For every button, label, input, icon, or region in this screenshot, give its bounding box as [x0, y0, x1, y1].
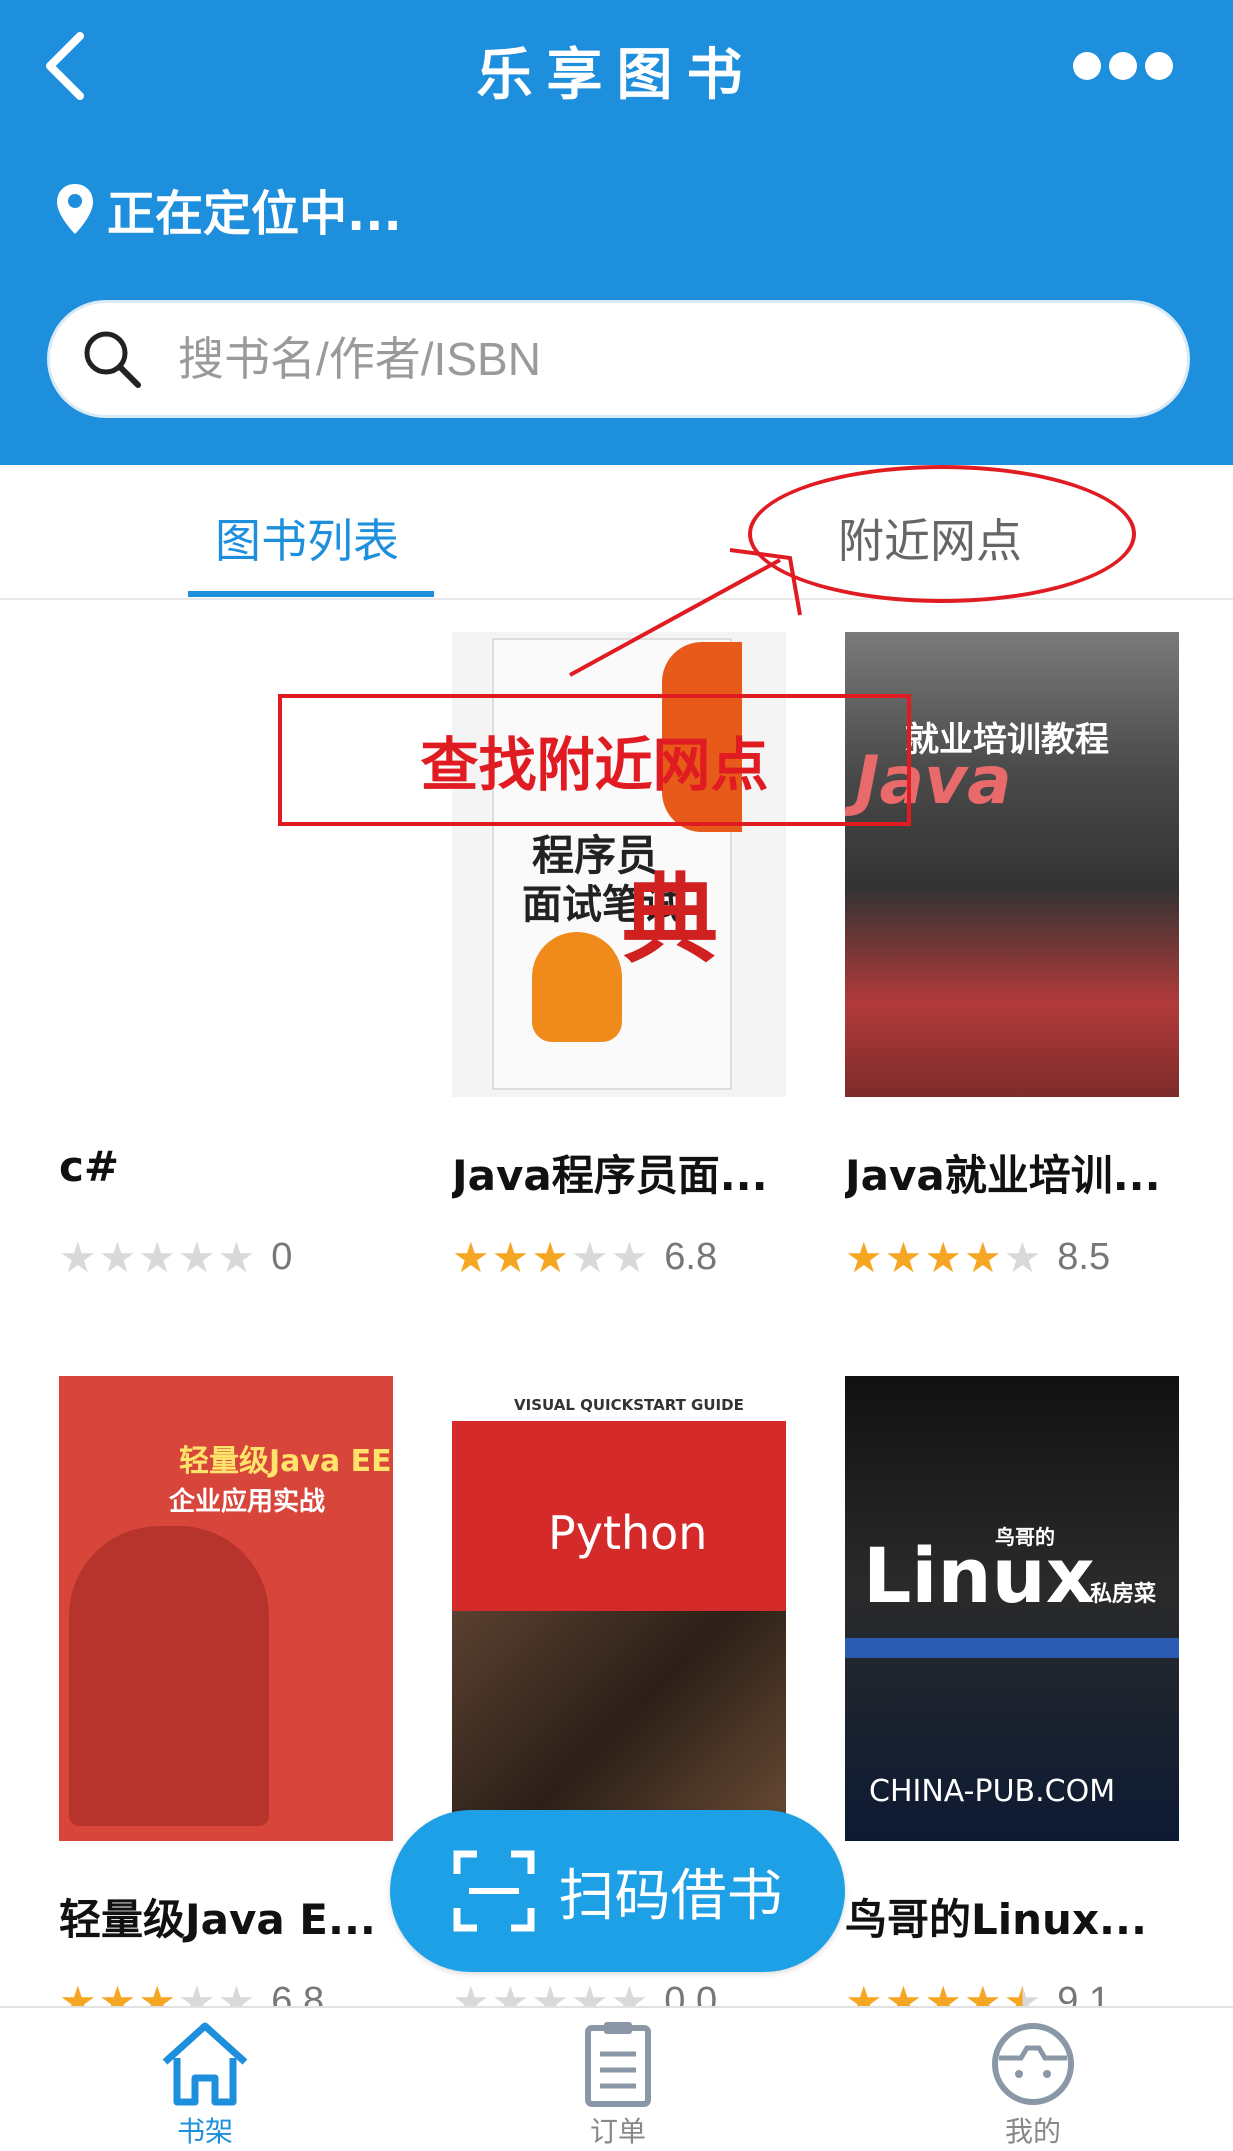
book-cover[interactable]: VISUAL QUICKSTART GUIDE Python	[452, 1376, 786, 1841]
clipboard-icon	[585, 2022, 651, 2107]
face-icon	[992, 2023, 1074, 2105]
location-text: 正在定位中...	[107, 186, 402, 242]
cover-text: VISUAL QUICKSTART GUIDE	[514, 1396, 744, 1414]
star-icon: ★	[845, 1232, 883, 1282]
book-score: 8.5	[1057, 1236, 1111, 1278]
cover-text: Linux	[863, 1531, 1095, 1620]
location-pin-icon	[57, 184, 93, 234]
nav-bookshelf[interactable]: 书架	[105, 2018, 305, 2150]
star-icon: ★	[884, 1232, 923, 1282]
star-icon: ★	[610, 1232, 649, 1282]
nav-orders[interactable]: 订单	[518, 2018, 718, 2150]
star-icon: ★	[452, 1232, 490, 1282]
scan-frame-icon	[453, 1850, 534, 1932]
nav-label: 我的	[1004, 2115, 1061, 2148]
star-icon: ★	[98, 1232, 137, 1282]
star-icon: ★	[491, 1232, 530, 1282]
book-title: Java程序员面...	[452, 1151, 768, 1200]
book-score: 0	[271, 1236, 293, 1278]
book-cover[interactable]: 轻量级Java EE 企业应用实战	[59, 1376, 393, 1841]
annotation-text: 查找附近网点	[420, 731, 769, 799]
star-icon: ★	[570, 1232, 609, 1282]
book-rating: ★ ★ ★ ★ ★ 8.5	[845, 1236, 1110, 1279]
book-title: 轻量级Java E...	[59, 1895, 376, 1944]
search-input[interactable]	[178, 332, 1078, 386]
star-icon: ★	[924, 1232, 962, 1282]
search-icon	[84, 331, 141, 388]
book-rating: ★ ★ ★ ★ ★ 0	[59, 1236, 292, 1279]
star-icon: ★	[59, 1232, 97, 1282]
star-icon: ★	[138, 1232, 176, 1282]
location-status[interactable]: 正在定位中...	[55, 174, 402, 244]
book-cover[interactable]: 鸟哥的 Linux 私房菜 CHINA-PUB.COM	[845, 1376, 1179, 1841]
book-rating: ★ ★ ★ ★ ★ 6.8	[452, 1236, 717, 1279]
nav-label: 书架	[176, 2115, 233, 2148]
scan-to-borrow-button[interactable]: 扫码借书	[390, 1810, 845, 1972]
cover-text: 私房菜	[1090, 1582, 1157, 1607]
star-icon: ★	[963, 1232, 1002, 1282]
star-icon: ★	[217, 1232, 256, 1282]
book-title: 鸟哥的Linux...	[845, 1895, 1147, 1944]
book-title: Java就业培训...	[845, 1151, 1161, 1200]
more-options-icon[interactable]	[1073, 52, 1193, 88]
cover-text: 轻量级Java EE	[179, 1444, 392, 1479]
cover-text: 企业应用实战	[169, 1487, 326, 1517]
tab-book-list[interactable]: 图书列表	[215, 505, 399, 571]
nav-label: 订单	[589, 2115, 646, 2148]
bottom-nav: 书架 订单 我的	[0, 2006, 1233, 2151]
tab-active-indicator	[188, 591, 434, 597]
star-icon: ★	[177, 1232, 216, 1282]
nav-profile[interactable]: 我的	[933, 2018, 1133, 2150]
cover-text: CHINA-PUB.COM	[869, 1774, 1116, 1809]
cover-text: Python	[548, 1506, 708, 1560]
book-score: 6.8	[664, 1236, 718, 1278]
app-header: 乐享图书 正在定位中...	[0, 0, 1233, 465]
scan-button-label: 扫码借书	[558, 1863, 783, 1929]
book-title: c#	[59, 1142, 120, 1191]
star-icon: ★	[1003, 1232, 1042, 1282]
page-title: 乐享图书	[476, 43, 757, 108]
search-bar[interactable]	[47, 300, 1190, 418]
cover-text: 典	[622, 864, 718, 976]
star-icon: ★	[531, 1232, 569, 1282]
annotation-box: 查找附近网点	[278, 694, 911, 826]
annotation-arrow	[569, 548, 802, 677]
house-icon	[162, 2022, 248, 2106]
